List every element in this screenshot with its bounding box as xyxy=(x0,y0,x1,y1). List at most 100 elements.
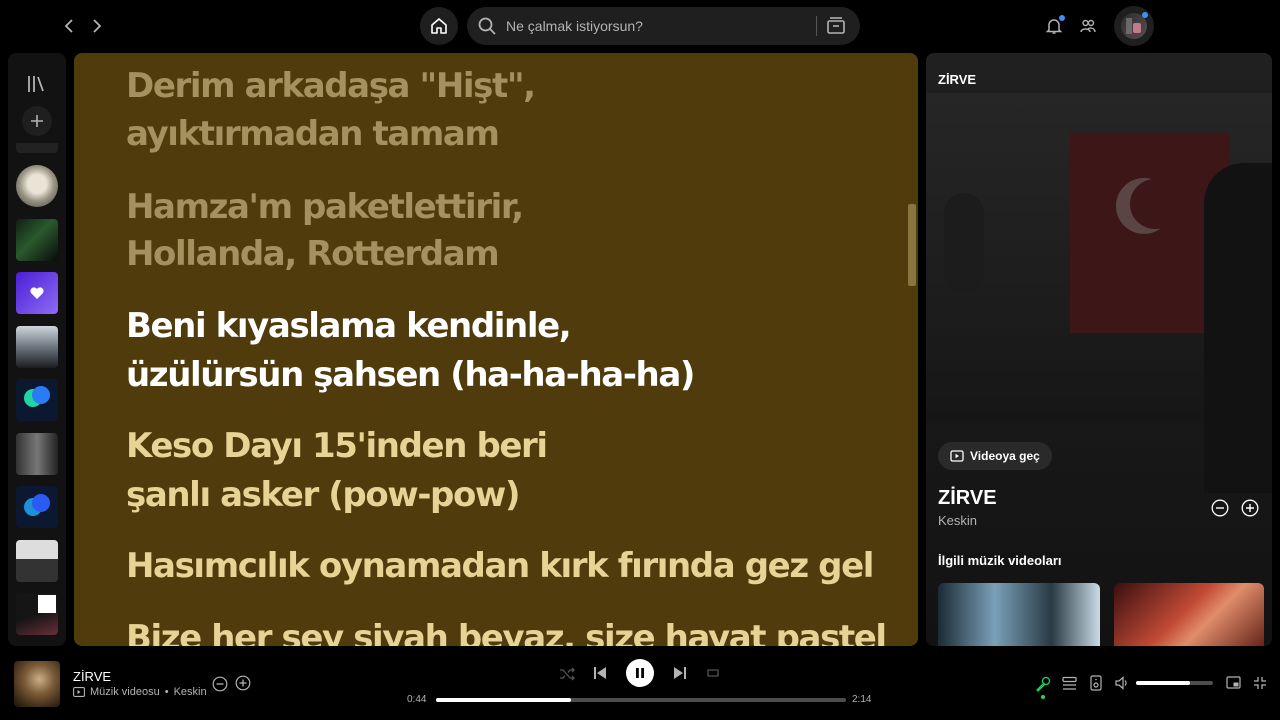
person-silhouette xyxy=(1204,163,1272,493)
track-title[interactable]: ZİRVE xyxy=(938,487,997,510)
browse-icon xyxy=(827,17,845,34)
home-icon xyxy=(431,18,447,34)
library-icon xyxy=(28,76,44,92)
lyric-line[interactable]: şanlı asker (pow-pow) xyxy=(126,471,520,519)
volume-icon xyxy=(1115,676,1127,690)
switch-to-video-button[interactable]: Videoya geç xyxy=(938,442,1052,470)
plus-circle-icon xyxy=(1241,499,1259,517)
lyric-line-current[interactable]: Beni kıyaslama kendinle, xyxy=(126,302,572,350)
previous-button[interactable] xyxy=(592,665,608,681)
library-item[interactable] xyxy=(16,593,58,635)
lyric-line[interactable]: ayıktırmadan tamam xyxy=(126,110,500,158)
now-playing-subtitle: Müzik videosu • Keskin xyxy=(73,686,207,698)
repeat-icon xyxy=(707,669,719,677)
friends-icon xyxy=(1080,19,1096,33)
active-indicator xyxy=(1041,695,1045,699)
search-icon xyxy=(478,17,496,35)
skip-back-icon xyxy=(594,667,606,679)
minus-circle-icon xyxy=(1211,499,1229,517)
progress-fill xyxy=(436,698,572,702)
device-icon xyxy=(1090,675,1102,691)
add-button[interactable] xyxy=(235,675,251,691)
next-button[interactable] xyxy=(672,665,688,681)
now-playing-title[interactable]: ZİRVE xyxy=(73,669,111,684)
lyric-line[interactable]: Keso Dayı 15'inden beri xyxy=(126,422,548,470)
related-video-thumbnail[interactable] xyxy=(938,583,1100,646)
friend-activity-button[interactable] xyxy=(1076,14,1100,38)
notification-dot xyxy=(1059,15,1065,21)
repeat-button[interactable] xyxy=(705,665,721,681)
skip-forward-icon xyxy=(674,667,686,679)
add-button[interactable] xyxy=(1241,499,1259,517)
shuffle-button[interactable] xyxy=(558,665,576,683)
queue-icon xyxy=(1061,676,1077,690)
create-button[interactable] xyxy=(22,106,52,136)
microphone-icon xyxy=(1036,676,1051,692)
lyric-line[interactable]: Hollanda, Rotterdam xyxy=(126,230,500,278)
now-playing-view: ZİRVE Videoya geç ZİRVE Keskin İlgili mü… xyxy=(926,53,1272,646)
home-button[interactable] xyxy=(420,7,458,45)
search-input[interactable]: Ne çalmak istiyorsun? xyxy=(506,18,643,34)
remove-button[interactable] xyxy=(212,675,228,693)
library-item-liked-songs[interactable] xyxy=(16,272,58,314)
now-playing-artist[interactable]: Keskin xyxy=(174,686,207,698)
library-item[interactable] xyxy=(16,143,58,153)
miniplayer-button[interactable] xyxy=(1225,675,1241,691)
collapse-icon xyxy=(1254,677,1266,689)
notifications-button[interactable] xyxy=(1042,14,1066,38)
remove-button[interactable] xyxy=(1211,499,1229,517)
now-playing-cover[interactable] xyxy=(14,661,60,707)
user-avatar[interactable] xyxy=(1114,6,1154,46)
miniplayer-icon xyxy=(1225,676,1241,689)
shuffle-icon xyxy=(560,667,575,681)
chevron-right-icon xyxy=(93,19,102,33)
play-pause-button[interactable] xyxy=(626,659,654,687)
avatar-badge-dot xyxy=(1142,12,1148,18)
media-type-label: Müzik videosu xyxy=(90,686,160,698)
library-item[interactable] xyxy=(16,540,58,582)
queue-button[interactable] xyxy=(1061,675,1077,691)
plus-circle-icon xyxy=(235,675,251,691)
player-bar: ZİRVE Müzik videosu • Keskin 0:44 2:14 xyxy=(0,654,1280,720)
lyric-line[interactable]: Hamza'm paketlettirir, xyxy=(126,183,524,231)
panel-header: ZİRVE xyxy=(938,72,977,87)
library-item[interactable] xyxy=(16,433,58,475)
search-bar[interactable]: Ne çalmak istiyorsun? xyxy=(467,7,860,45)
minus-circle-icon xyxy=(212,676,228,692)
library-button[interactable] xyxy=(25,73,49,97)
related-videos-heading: İlgili müzik videoları xyxy=(938,553,1062,568)
lyrics-scrollbar[interactable] xyxy=(908,204,916,286)
switch-to-video-label: Videoya geç xyxy=(970,449,1040,463)
separator: • xyxy=(164,686,169,698)
related-video-thumbnail[interactable] xyxy=(1114,583,1264,646)
lyrics-button[interactable] xyxy=(1034,675,1052,699)
track-artist[interactable]: Keskin xyxy=(938,513,977,528)
lyric-line[interactable]: Hasımcılık oynamadan kırk fırında gez ge… xyxy=(126,542,874,590)
chevron-left-icon xyxy=(64,19,73,33)
search-divider xyxy=(816,16,817,36)
connect-device-button[interactable] xyxy=(1088,675,1104,691)
progress-bar[interactable] xyxy=(436,698,846,702)
plus-icon xyxy=(31,115,43,127)
library-item[interactable] xyxy=(16,219,58,261)
lyric-line[interactable]: Bize her şey siyah beyaz, size hayat pas… xyxy=(126,614,887,646)
heart-icon xyxy=(30,287,44,299)
lyric-line-current[interactable]: üzülürsün şahsen (ha-ha-ha-ha) xyxy=(126,351,695,399)
volume-slider[interactable] xyxy=(1136,681,1213,685)
video-preview xyxy=(926,93,1272,493)
library-item-artist[interactable] xyxy=(16,165,58,207)
video-icon xyxy=(950,450,964,462)
exit-fullscreen-button[interactable] xyxy=(1252,675,1268,691)
browse-button[interactable] xyxy=(825,15,847,37)
video-icon xyxy=(73,687,85,697)
back-button[interactable] xyxy=(57,14,81,38)
forward-button[interactable] xyxy=(85,14,109,38)
library-sidebar xyxy=(8,53,66,646)
library-item-blend[interactable] xyxy=(16,486,58,528)
library-item[interactable] xyxy=(16,326,58,368)
elapsed-time: 0:44 xyxy=(407,694,427,705)
library-item-blend[interactable] xyxy=(16,379,58,421)
volume-fill xyxy=(1136,681,1190,685)
mute-button[interactable] xyxy=(1114,675,1130,691)
lyric-line[interactable]: Derim arkadaşa "Hişt", xyxy=(126,62,536,110)
